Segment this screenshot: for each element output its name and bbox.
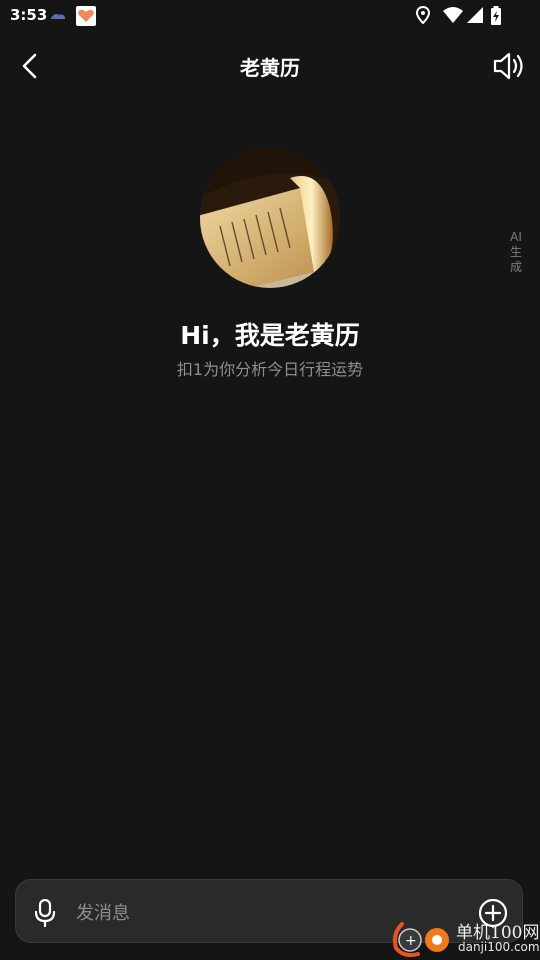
notification-heart-app-icon — [76, 6, 96, 26]
svg-text:+: + — [405, 933, 417, 949]
status-time: 3:53 — [10, 6, 48, 24]
status-bar: 3:53 — [0, 0, 540, 32]
signal-icon — [467, 7, 483, 23]
battery-icon — [491, 6, 501, 25]
app-screen: 3:53 老黄历 AI生成 Hi，我是老黄历 扣1为你分析今日行程运势 发消息 … — [0, 0, 540, 960]
watermark-logo-icon: + — [392, 922, 449, 958]
scroll-book-image — [200, 148, 340, 288]
watermark: + 单机100网 danji100.com — [390, 914, 540, 960]
greeting-title: Hi，我是老黄历 — [180, 321, 360, 350]
wifi-icon — [443, 7, 463, 23]
speaker-icon[interactable] — [492, 50, 526, 82]
mic-icon[interactable] — [34, 899, 56, 927]
notification-app-icon — [51, 14, 65, 19]
ai-generated-tag: AI生成 — [509, 230, 522, 274]
location-icon — [416, 6, 430, 24]
greeting-subtitle: 扣1为你分析今日行程运势 — [176, 360, 364, 379]
status-icons — [416, 6, 506, 26]
watermark-url: danji100.com — [458, 940, 540, 954]
header: 老黄历 — [0, 36, 540, 96]
avatar — [200, 148, 340, 288]
page-title: 老黄历 — [240, 56, 300, 80]
